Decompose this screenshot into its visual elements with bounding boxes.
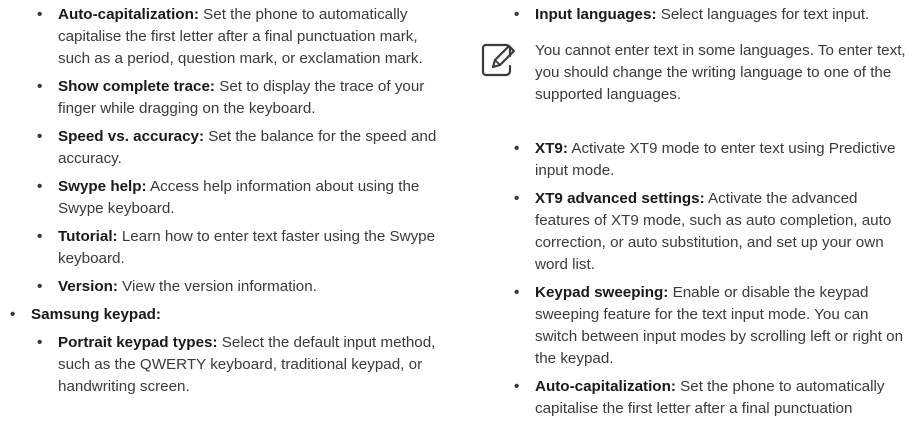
bullet: • xyxy=(514,6,520,23)
left-column: • Auto-capitalization: Set the phone to … xyxy=(0,4,450,404)
item-term: Keypad sweeping: xyxy=(535,284,669,301)
note-pencil-icon xyxy=(481,43,516,77)
item-term: Portrait keypad types: xyxy=(58,334,218,351)
right-column: • Input languages: Select languages for … xyxy=(480,4,914,426)
bullet: • xyxy=(514,284,520,301)
bullet: • xyxy=(10,306,16,323)
bullet: • xyxy=(514,378,520,395)
list-item: • Auto-capitalization: Set the phone to … xyxy=(0,4,443,70)
bullet: • xyxy=(514,140,520,157)
bullet: • xyxy=(37,278,43,295)
item-term: Swype help: xyxy=(58,178,147,195)
bullet: • xyxy=(37,6,43,23)
item-term: Input languages: xyxy=(535,6,657,23)
item-term: Auto-capitalization: xyxy=(58,6,199,23)
list-item: • Portrait keypad types: Select the defa… xyxy=(0,332,443,398)
list-item: • Speed vs. accuracy: Set the balance fo… xyxy=(0,126,443,170)
bullet: • xyxy=(37,178,43,195)
list-item: • Tutorial: Learn how to enter text fast… xyxy=(0,226,443,270)
item-term: Speed vs. accuracy: xyxy=(58,128,205,145)
note-text: You cannot enter text in some languages.… xyxy=(535,42,906,103)
list-item: • XT9: Activate XT9 mode to enter text u… xyxy=(480,138,905,182)
note-block: You cannot enter text in some languages.… xyxy=(480,40,913,106)
list-item: • Input languages: Select languages for … xyxy=(480,4,905,26)
bullet: • xyxy=(37,334,43,351)
item-term: Tutorial: xyxy=(58,228,118,245)
list-item: • XT9 advanced settings: Activate the ad… xyxy=(480,188,905,276)
item-term: Auto-capitalization: xyxy=(535,378,676,395)
bullet: • xyxy=(37,78,43,95)
item-description: View the version information. xyxy=(122,278,317,295)
section-term: Samsung keypad: xyxy=(31,306,161,323)
list-item: • Swype help: Access help information ab… xyxy=(0,176,443,220)
item-term: Show complete trace: xyxy=(58,78,215,95)
bullet: • xyxy=(514,190,520,207)
bullet: • xyxy=(37,128,43,145)
item-description: Select languages for text input. xyxy=(660,6,870,23)
list-item: • Keypad sweeping: Enable or disable the… xyxy=(480,282,905,370)
item-term: Version: xyxy=(58,278,118,295)
list-item: • Auto-capitalization: Set the phone to … xyxy=(480,376,905,420)
item-term: XT9 advanced settings: xyxy=(535,190,705,207)
item-term: XT9: xyxy=(535,140,568,157)
section-heading: • Samsung keypad: xyxy=(0,304,431,326)
bullet: • xyxy=(37,228,43,245)
list-item: • Show complete trace: Set to display th… xyxy=(0,76,443,120)
list-item: • Version: View the version information. xyxy=(0,276,443,298)
item-description: Activate XT9 mode to enter text using Pr… xyxy=(535,140,896,179)
